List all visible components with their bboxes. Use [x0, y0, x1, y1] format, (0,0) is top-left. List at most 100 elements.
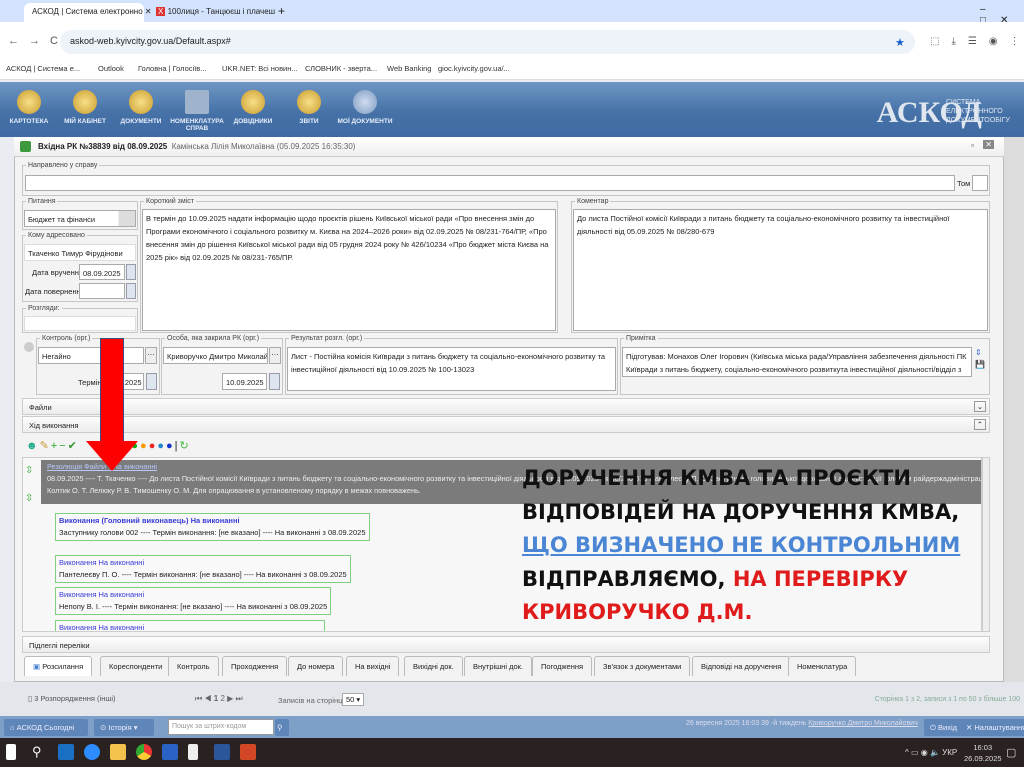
tab-vidpovidi[interactable]: Відповіді на доручення [692, 656, 791, 676]
zmist-textarea[interactable]: В термін до 10.09.2025 надати інформацію… [142, 209, 556, 331]
barcode-search-input[interactable]: Пошук за штрих-кодом [168, 719, 274, 735]
nav-my-cabinet[interactable]: МІЙ КАБІНЕТ [56, 82, 114, 137]
pagination-summary: Сторінка 1 з 2, записи з 1 по 50 з більш… [874, 696, 1020, 703]
tab-na-vykhidni[interactable]: На вихідні [346, 656, 400, 676]
execution-node[interactable]: Виконання На виконанні Пантелеєву П. О. -… [55, 555, 351, 583]
search-icon[interactable]: ⚲ [32, 744, 48, 760]
nav-directories[interactable]: ДОВІДНИКИ [224, 82, 282, 137]
tree-scrollbar[interactable] [982, 457, 990, 632]
search-icon[interactable]: ⚲ [275, 719, 289, 736]
kontrol-field[interactable]: Негайно [38, 347, 144, 364]
outlook-icon[interactable] [58, 744, 74, 760]
tab-zviazok[interactable]: Зв'язок з документами [594, 656, 691, 676]
browser-tab-askod[interactable]: АСКОД | Система електронно ✕ [24, 3, 152, 22]
tray-icons[interactable]: ^ ▭ ◉ 🔈 УКР [905, 748, 957, 757]
page-2[interactable]: 2 [220, 694, 224, 703]
nav-documents[interactable]: ДОКУМЕНТИ [112, 82, 170, 137]
bookmark[interactable]: Outlook [98, 64, 124, 73]
calendar-icon[interactable] [126, 264, 136, 280]
settings-button[interactable]: ✕ Налаштування [960, 719, 1024, 736]
tab-pogodzhennia[interactable]: Погодження [532, 656, 593, 676]
data-vruch-input[interactable]: 08.09.2025 [79, 264, 125, 280]
maximize-button[interactable]: ▫ [971, 141, 974, 150]
window-titlebar: Вхідна РК №38839 від 08.09.2025 Камінськ… [14, 137, 1004, 157]
per-page-select[interactable]: 50 ▾ [342, 693, 365, 706]
tab-do-nomera[interactable]: До номера [288, 656, 344, 676]
komentar-textarea[interactable]: До листа Постійної комісії Київради з пи… [573, 209, 988, 331]
section-title: Підлеглі переліки [29, 641, 90, 650]
exit-button[interactable]: ⏻ Вихід [924, 719, 964, 736]
calendar-icon[interactable] [146, 373, 157, 390]
tom-input[interactable] [972, 175, 988, 191]
prymitka-scroll-icons[interactable]: ⇕ 💾 [975, 347, 985, 371]
word-icon[interactable] [214, 744, 230, 760]
powerpoint-icon[interactable] [240, 744, 256, 760]
files-section-header[interactable]: Файли ⌄ [22, 398, 990, 415]
bookmark[interactable]: Головна | Голосіїв... [138, 64, 207, 73]
prymitka-textarea[interactable]: Підготував: Монахов Олег Ігорович (Київс… [622, 347, 972, 377]
nav-label: КАРТОТЕКА [9, 118, 49, 125]
new-tab-button[interactable]: + [278, 4, 285, 18]
url-input[interactable]: askod-web.kyivcity.gov.ua/Default.aspx# [60, 30, 915, 54]
language-indicator[interactable]: УКР [942, 748, 957, 757]
nav-nomenclature[interactable]: НОМЕНКЛАТУРА СПРАВ [168, 82, 226, 137]
close-button[interactable]: ✕ [983, 140, 994, 149]
notepad-icon[interactable] [188, 744, 198, 760]
explorer-icon[interactable] [110, 744, 126, 760]
app-a-icon[interactable] [162, 744, 178, 760]
askod-today-button[interactable]: ⌂ АСКОД Сьогодні [4, 719, 88, 736]
history-button[interactable]: ⊙ Історія ▾ [94, 719, 154, 736]
data-pov-input[interactable] [79, 283, 125, 299]
nav-buttons[interactable]: ←→C [8, 35, 68, 47]
rezultat-textarea[interactable]: Лист - Постійна комісія Київради з питан… [287, 347, 616, 391]
osoba-select-button[interactable]: … [269, 347, 281, 364]
osoba-date-input[interactable]: 10.09.2025 [222, 373, 267, 390]
chrome-icon[interactable] [136, 744, 152, 760]
collapse-icon[interactable]: ⌃ [973, 419, 986, 430]
nav-my-documents[interactable]: МОЇ ДОКУМЕНТИ [336, 82, 394, 137]
bookmark[interactable]: СЛОВНИК - зверта... [305, 64, 377, 73]
clock[interactable]: 16:03 26.09.2025 [964, 742, 1002, 764]
progress-section-header[interactable]: Хід виконання ⌃ [22, 416, 990, 433]
date-status: 26 вересня 2025 16:03 39 -й тиждень [686, 720, 807, 727]
tab-rozsylannia[interactable]: ▣ Розсилання [24, 656, 93, 676]
browser-tab-100lytsia[interactable]: X 100лиця - Танцюєш і плачеш [148, 3, 275, 22]
tab-nomenklatura[interactable]: Номенклатура [788, 656, 857, 676]
expand-icon[interactable]: ⌄ [973, 401, 986, 412]
footer-status: 26 вересня 2025 16:03 39 -й тиждень Крив… [686, 720, 918, 727]
bookmark[interactable]: Web Banking [387, 64, 431, 73]
pytannia-field[interactable]: Бюджет та фінанси [24, 210, 136, 227]
napravleno-input[interactable] [25, 175, 955, 191]
nav-reports[interactable]: ЗВІТИ [280, 82, 338, 137]
bookmark-star-icon[interactable]: ★ [895, 36, 905, 49]
pager[interactable]: ⏮ ◀ 1 2 ▶ ⏭ [195, 694, 243, 704]
kontrol-select-button[interactable]: … [145, 347, 157, 364]
tab-prokhodzhennia[interactable]: Проходження [222, 656, 288, 676]
notifications-icon[interactable]: ▢ [1006, 746, 1016, 759]
tab-kontrol[interactable]: Контроль [168, 656, 219, 676]
execution-node[interactable]: Виконання На виконанні [55, 620, 325, 632]
osoba-field[interactable]: Криворучко Дмитро Миколайо [163, 347, 268, 364]
execution-node[interactable]: Виконання (Головний виконавець) На викон… [55, 513, 370, 541]
tree-expand-icons[interactable]: ⇳ ⇳ [25, 464, 33, 506]
browser-toolbar-icons[interactable]: ⬚⤓☰◉⋮ [930, 36, 1024, 47]
node-title: Виконання На виконанні [59, 623, 145, 632]
komu-field[interactable]: Ткаченко Тимур Фірудінови [24, 244, 136, 261]
tab-vykhidni-dok[interactable]: Вихідні док. [404, 656, 463, 676]
zoom-icon[interactable] [84, 744, 100, 760]
tab-vnutrishni-dok[interactable]: Внутрішні док. [464, 656, 532, 676]
nav-kartoteka[interactable]: КАРТОТЕКА [0, 82, 58, 137]
start-icon[interactable] [6, 744, 16, 760]
execution-node[interactable]: Виконання На виконанні Непопу В. І. ---- … [55, 587, 332, 615]
calendar-icon[interactable] [126, 283, 136, 299]
folder-item[interactable]: ▯ 3 Розпорядження (інші) [28, 694, 116, 703]
subordinate-section-header[interactable]: Підлеглі переліки [22, 636, 990, 653]
bookmark[interactable]: gioc.kyivcity.gov.ua/... [438, 64, 510, 73]
bookmark[interactable]: АСКОД | Система е... [6, 64, 80, 73]
current-user-link[interactable]: Криворучко Дмитро Миколайович [808, 720, 917, 727]
bookmark[interactable]: UKR.NET: Всі новин... [222, 64, 298, 73]
rozgliad-field[interactable] [24, 316, 136, 331]
calendar-icon[interactable] [269, 373, 280, 390]
page-1[interactable]: 1 [214, 694, 218, 703]
tab-korespondenty[interactable]: Кореспонденти [100, 656, 172, 676]
